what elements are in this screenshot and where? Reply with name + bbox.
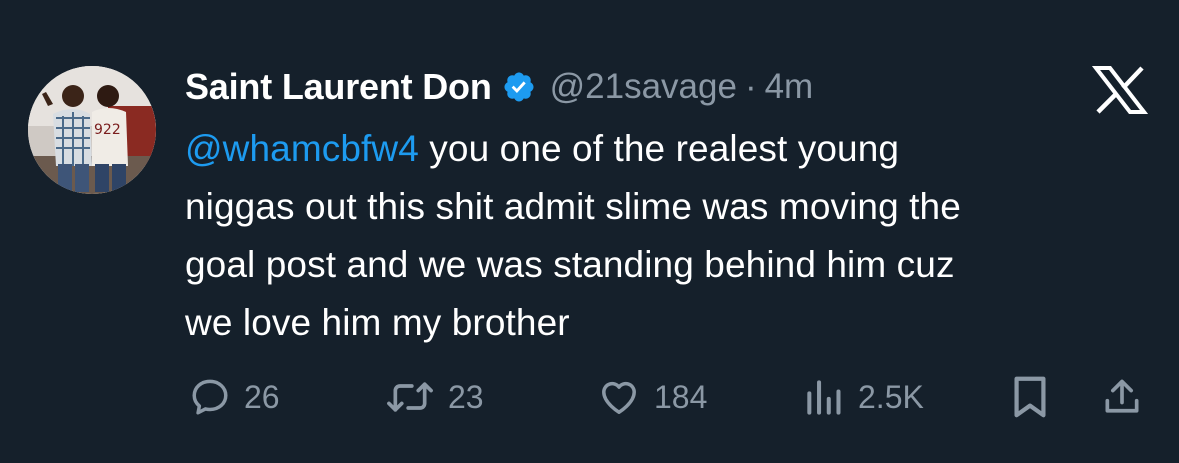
reply-count: 26 (244, 378, 280, 415)
verified-badge-icon (502, 70, 536, 104)
views-button[interactable]: 2.5K (802, 372, 924, 422)
author-display-name[interactable]: Saint Laurent Don (185, 66, 492, 108)
profile-photo-icon: 922 (28, 66, 156, 194)
repost-button[interactable]: 23 (384, 372, 484, 422)
x-logo-icon[interactable] (1091, 66, 1149, 114)
share-button[interactable] (1100, 372, 1144, 422)
views-count: 2.5K (858, 378, 924, 415)
tweet-body-line-3: goal post and we was standing behind him… (185, 244, 955, 285)
tweet-card: 922 Saint Laurent Don @21savage · 4m @wh… (0, 0, 1179, 463)
repost-icon (387, 382, 433, 412)
repost-count: 23 (448, 378, 484, 415)
views-icon (807, 380, 841, 415)
avatar[interactable]: 922 (28, 66, 156, 194)
author-handle[interactable]: @21savage (550, 67, 737, 107)
tweet-timestamp[interactable]: 4m (765, 67, 814, 107)
share-icon (1105, 379, 1139, 413)
bookmark-button[interactable] (1010, 372, 1050, 422)
reply-button[interactable]: 26 (188, 372, 280, 422)
svg-text:922: 922 (94, 122, 121, 138)
tweet-body-text: you one of the realest young (418, 128, 900, 169)
tweet-body-line-4: we love him my brother (185, 302, 570, 343)
bookmark-icon (1014, 376, 1046, 418)
tweet-body-line-2: niggas out this shit admit slime was mov… (185, 186, 961, 227)
tweet-body: @whamcbfw4 you one of the realest young … (185, 120, 1145, 352)
separator-dot: · (744, 67, 757, 106)
tweet-actions: 26 23 184 2.5K (0, 372, 1179, 422)
like-count: 184 (654, 378, 708, 415)
like-button[interactable]: 184 (596, 372, 707, 422)
reply-icon (192, 379, 228, 415)
heart-icon (602, 381, 636, 414)
mention-link[interactable]: @whamcbfw4 (185, 128, 419, 169)
tweet-header: Saint Laurent Don @21savage · 4m (185, 62, 813, 112)
tweet-body-line-1: @whamcbfw4 you one of the realest young (185, 120, 1145, 178)
